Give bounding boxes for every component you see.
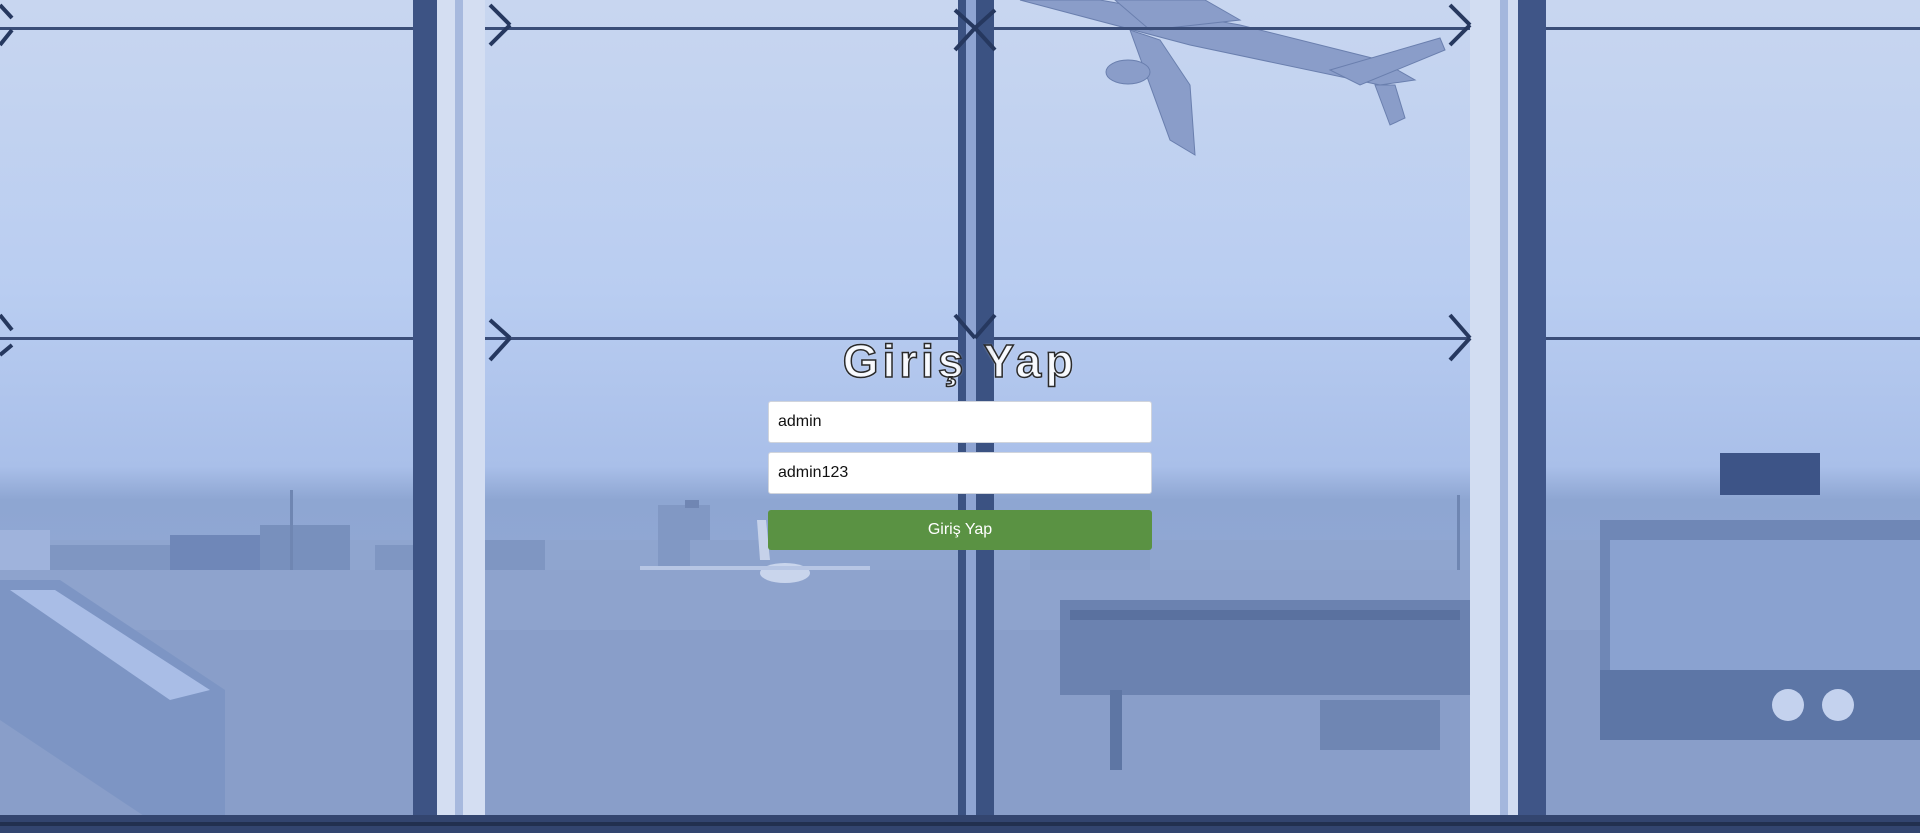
login-button[interactable]: Giriş Yap xyxy=(768,510,1152,550)
username-input[interactable] xyxy=(768,401,1152,443)
login-title: Giriş Yap xyxy=(842,334,1078,388)
airport-background: Giriş Yap Giriş Yap xyxy=(0,0,1920,833)
password-input[interactable] xyxy=(768,452,1152,494)
login-form: Giriş Yap Giriş Yap xyxy=(768,333,1152,550)
